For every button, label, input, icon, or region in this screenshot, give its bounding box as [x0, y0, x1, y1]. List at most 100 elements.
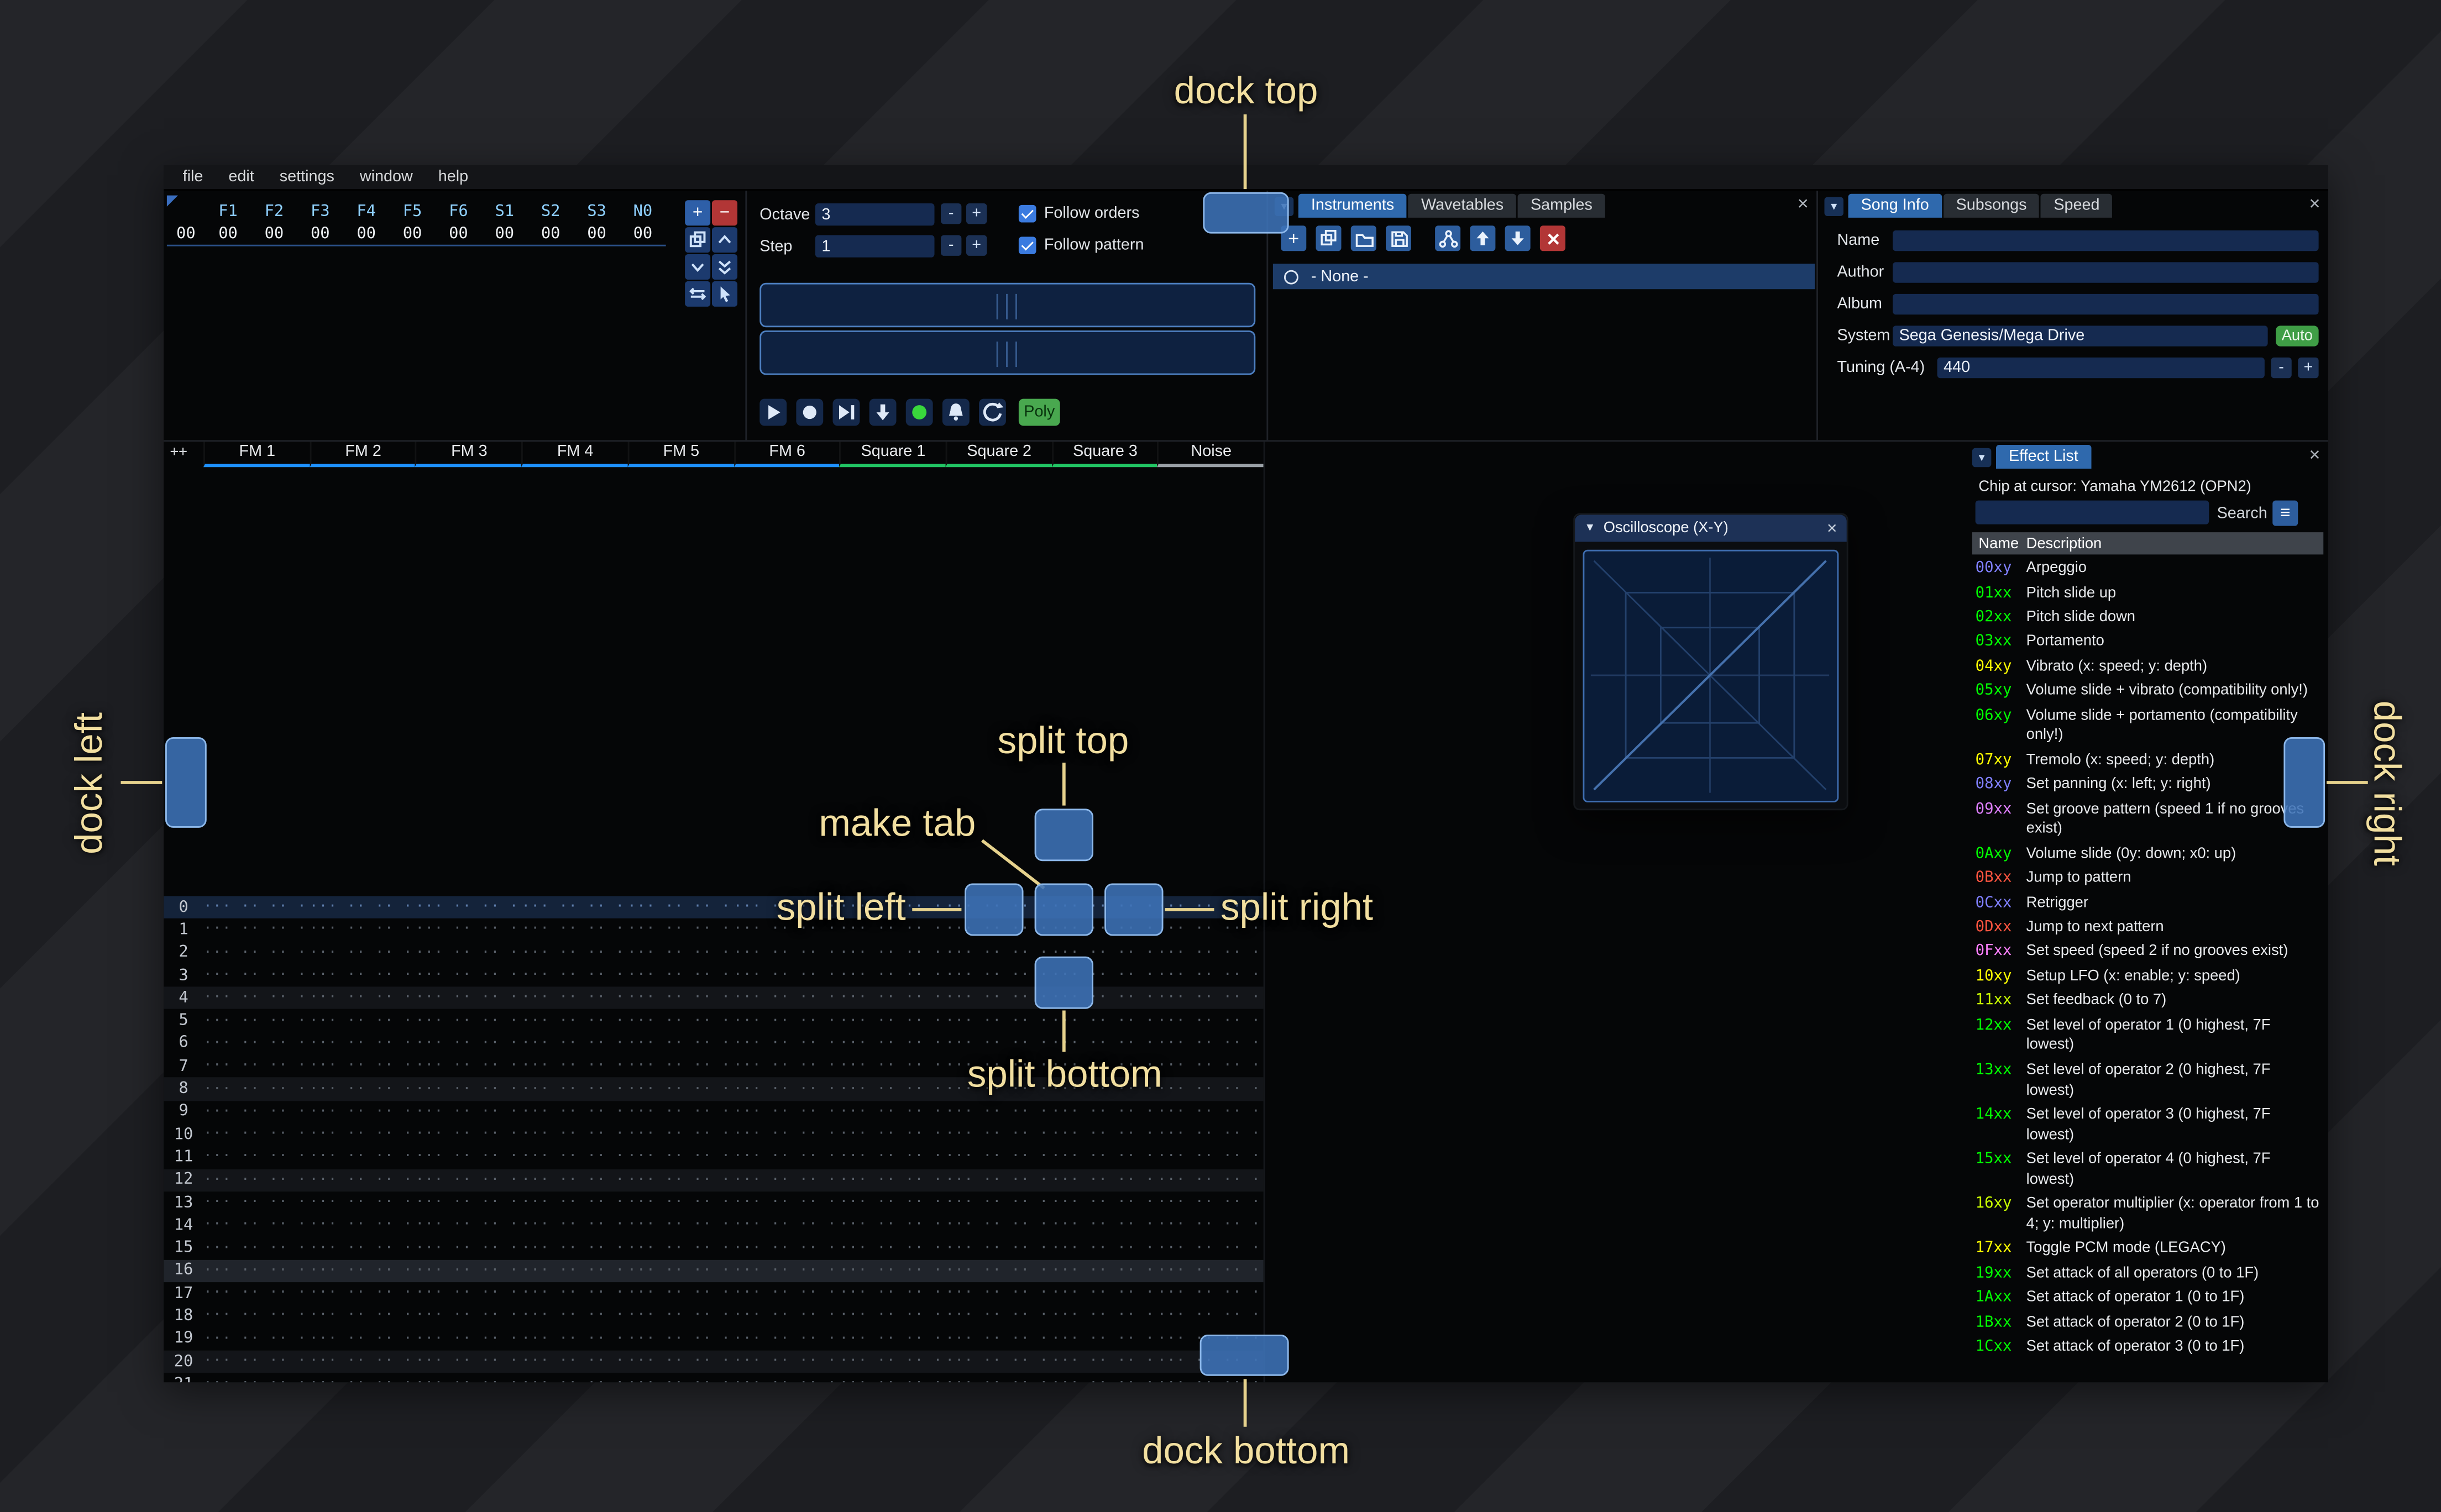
- pattern-cell[interactable]: ··· ·· ·· ···: [1051, 1081, 1157, 1097]
- duplicate-order-button[interactable]: [685, 227, 711, 253]
- pattern-cell[interactable]: ··· ·· ·· ···: [521, 922, 627, 938]
- pattern-cell[interactable]: ··· ·· ·· ···: [627, 1172, 734, 1188]
- pattern-cell[interactable]: ··· ·· ·· ···: [1051, 968, 1157, 984]
- pattern-cell[interactable]: ··· ·· ·· ···: [627, 1013, 734, 1029]
- pattern-cell[interactable]: ··· ·· ·· ···: [1051, 1036, 1157, 1052]
- delete-instrument-button[interactable]: [1539, 225, 1565, 251]
- pattern-cell[interactable]: ··· ·· ·· ···: [627, 1195, 734, 1211]
- pattern-cell[interactable]: ··· ·· ·· ···: [1051, 1285, 1157, 1301]
- channel-header-fm-3[interactable]: FM 3: [415, 442, 522, 468]
- pattern-cell[interactable]: ··· ·· ·· ···: [1157, 1081, 1264, 1097]
- orders-cell[interactable]: 00: [620, 225, 666, 243]
- pattern-cell[interactable]: ··· ·· ·· ···: [1157, 922, 1264, 938]
- pattern-cell[interactable]: ··· ·· ·· ···: [310, 1309, 416, 1325]
- pattern-cell[interactable]: ··· ·· ·· ···: [627, 1127, 734, 1143]
- pattern-cell[interactable]: ··· ·· ·· ···: [203, 1331, 310, 1347]
- effect-item-09xx[interactable]: 09xx Set groove pattern (speed 1 if no gr…: [1972, 798, 2325, 843]
- pattern-cell[interactable]: ··· ·· ·· ···: [203, 990, 310, 1006]
- tab-list-dropdown-icon[interactable]: ▼: [1274, 197, 1294, 216]
- channel-header-fm-1[interactable]: FM 1: [203, 442, 310, 468]
- pattern-cell[interactable]: ··· ·· ·· ···: [1051, 1354, 1157, 1370]
- pattern-cell[interactable]: ··· ·· ·· ···: [416, 1127, 522, 1143]
- pattern-cell[interactable]: ··· ·· ·· ···: [627, 1354, 734, 1370]
- pattern-cell[interactable]: ··· ·· ·· ···: [840, 1217, 946, 1233]
- pattern-cell[interactable]: ··· ·· ·· ···: [416, 1149, 522, 1166]
- effect-item-0Cxx[interactable]: 0Cxx Retrigger: [1972, 892, 2325, 916]
- effect-item-07xy[interactable]: 07xy Tremolo (x: speed; y: depth): [1972, 749, 2325, 774]
- pattern-cell[interactable]: ··· ·· ·· ···: [840, 1331, 946, 1347]
- pattern-cell[interactable]: ··· ·· ·· ···: [840, 1104, 946, 1120]
- pattern-cell[interactable]: ··· ·· ·· ···: [840, 968, 946, 984]
- menu-item-window[interactable]: window: [347, 167, 426, 187]
- orders-cell[interactable]: 00: [251, 225, 297, 243]
- pattern-cell[interactable]: ··· ·· ·· ···: [627, 1240, 734, 1256]
- instrument-list-item-none[interactable]: - None -: [1272, 264, 1815, 290]
- pattern-cell[interactable]: ··· ·· ·· ···: [840, 922, 946, 938]
- pattern-cell[interactable]: ··· ·· ·· ···: [627, 1263, 734, 1279]
- effect-item-00xy[interactable]: 00xy Arpeggio: [1972, 558, 2325, 582]
- effect-item-14xx[interactable]: 14xx Set level of operator 3 (0 highest, …: [1972, 1104, 2325, 1148]
- pattern-cell[interactable]: ··· ·· ·· ···: [840, 1285, 946, 1301]
- open-instrument-button[interactable]: [1350, 225, 1376, 251]
- effect-item-01xx[interactable]: 01xx Pitch slide up: [1972, 582, 2325, 606]
- pattern-cell[interactable]: ··· ·· ·· ···: [1157, 1127, 1264, 1143]
- save-instrument-button[interactable]: [1386, 225, 1411, 251]
- pattern-cell[interactable]: ··· ·· ·· ···: [310, 1354, 416, 1370]
- pattern-cell[interactable]: ··· ·· ·· ···: [416, 900, 522, 916]
- channel-header-noise[interactable]: Noise: [1157, 442, 1264, 468]
- effect-list-tab[interactable]: Effect List: [1996, 445, 2091, 469]
- orders-cell[interactable]: 00: [389, 225, 435, 243]
- pattern-cell[interactable]: ··· ·· ·· ···: [945, 1240, 1051, 1256]
- pattern-cell[interactable]: ··· ·· ·· ···: [734, 1104, 840, 1120]
- pattern-cell[interactable]: ··· ·· ·· ···: [310, 1331, 416, 1347]
- author-input[interactable]: [1893, 262, 2319, 283]
- close-icon[interactable]: ×: [1798, 194, 1809, 213]
- order-edit-mode-button[interactable]: [712, 281, 737, 307]
- pattern-cell[interactable]: ··· ·· ·· ···: [310, 1036, 416, 1052]
- pattern-cell[interactable]: ··· ·· ·· ···: [416, 968, 522, 984]
- move-order-up-button[interactable]: [712, 227, 737, 253]
- pattern-cell[interactable]: ··· ·· ·· ···: [734, 1331, 840, 1347]
- tab-list-dropdown-icon[interactable]: ▼: [1824, 197, 1843, 216]
- pattern-cell[interactable]: ··· ·· ·· ···: [521, 1036, 627, 1052]
- pattern-cell[interactable]: ··· ·· ·· ···: [840, 1195, 946, 1211]
- pattern-cell[interactable]: ··· ·· ·· ···: [945, 1377, 1051, 1382]
- oscilloscope-titlebar[interactable]: ▼ Oscilloscope (X-Y) ×: [1575, 514, 1847, 542]
- pattern-cell[interactable]: ··· ·· ·· ···: [1157, 1195, 1264, 1211]
- instruments-tab-instruments[interactable]: Instruments: [1298, 193, 1407, 218]
- orders-row-label[interactable]: 00: [167, 225, 205, 243]
- pattern-cell[interactable]: ··· ·· ·· ···: [310, 1058, 416, 1074]
- pattern-cell[interactable]: ··· ·· ·· ···: [945, 1195, 1051, 1211]
- pattern-cell[interactable]: ··· ·· ·· ···: [203, 1354, 310, 1370]
- pattern-cell[interactable]: ··· ·· ·· ···: [521, 990, 627, 1006]
- step-input[interactable]: 1: [815, 235, 935, 258]
- octave-plus-button[interactable]: +: [966, 203, 987, 224]
- close-icon[interactable]: ×: [1827, 519, 1837, 538]
- pattern-cell[interactable]: ··· ·· ·· ···: [416, 1309, 522, 1325]
- pattern-cell[interactable]: ··· ·· ·· ···: [1051, 922, 1157, 938]
- pattern-cell[interactable]: ··· ·· ·· ···: [416, 1058, 522, 1074]
- effect-item-1Bxx[interactable]: 1Bxx Set attack of operator 2 (0 to 1F): [1972, 1311, 2325, 1336]
- pattern-cell[interactable]: ··· ·· ·· ···: [203, 1013, 310, 1029]
- pattern-cell[interactable]: ··· ·· ·· ···: [310, 1195, 416, 1211]
- pattern-cell[interactable]: ··· ·· ·· ···: [1051, 1263, 1157, 1279]
- pattern-cell[interactable]: ··· ·· ·· ···: [734, 1081, 840, 1097]
- pattern-cell[interactable]: ··· ·· ·· ···: [1157, 990, 1264, 1006]
- pattern-cell[interactable]: ··· ·· ·· ···: [734, 922, 840, 938]
- pattern-cell[interactable]: ··· ·· ·· ···: [945, 968, 1051, 984]
- pattern-cell[interactable]: ··· ·· ·· ···: [521, 1377, 627, 1382]
- pattern-cell[interactable]: ··· ·· ·· ···: [734, 1354, 840, 1370]
- pattern-cell[interactable]: ··· ·· ·· ···: [1051, 1240, 1157, 1256]
- pattern-cell[interactable]: ··· ·· ·· ···: [945, 945, 1051, 961]
- orders-cell[interactable]: 00: [481, 225, 527, 243]
- pattern-cell[interactable]: ··· ·· ·· ···: [945, 1263, 1051, 1279]
- pattern-cell[interactable]: ··· ·· ·· ···: [1157, 968, 1264, 984]
- pattern-cell[interactable]: ··· ·· ·· ···: [203, 1240, 310, 1256]
- effect-item-05xy[interactable]: 05xy Volume slide + vibrato (compatibilit…: [1972, 680, 2325, 704]
- pattern-cell[interactable]: ··· ·· ·· ···: [734, 1263, 840, 1279]
- orders-cell[interactable]: 00: [343, 225, 389, 243]
- pattern-cell[interactable]: ··· ·· ·· ···: [203, 1309, 310, 1325]
- pattern-cell[interactable]: ··· ·· ·· ···: [203, 1172, 310, 1188]
- pattern-cell[interactable]: ··· ·· ·· ···: [521, 1331, 627, 1347]
- effect-item-12xx[interactable]: 12xx Set level of operator 1 (0 highest, …: [1972, 1014, 2325, 1059]
